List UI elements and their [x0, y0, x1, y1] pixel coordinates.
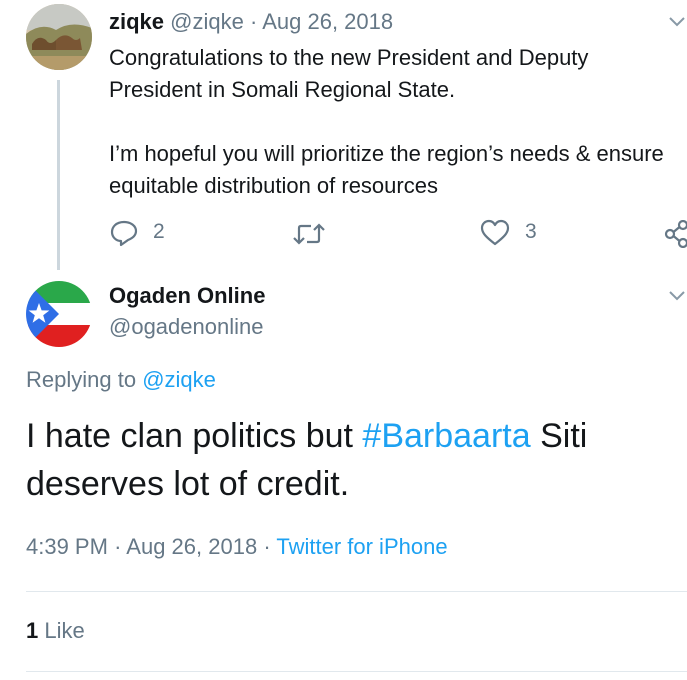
replying-to-link[interactable]: @ziqke — [142, 367, 216, 392]
retweet-icon[interactable] — [292, 219, 326, 249]
likes-count: 1 — [26, 618, 39, 643]
reply-icon[interactable] — [109, 218, 139, 248]
reply-time[interactable]: 4:39 PM — [26, 534, 108, 559]
meta-separator: · — [263, 534, 271, 559]
parent-tweet-header: ziqke @ziqke · Aug 26, 2018 — [109, 9, 393, 35]
parent-paragraph-1: Congratulations to the new President and… — [109, 45, 589, 102]
replying-prefix: Replying to — [26, 367, 137, 392]
reply-handle[interactable]: @ogadenonline — [109, 314, 263, 340]
parent-handle[interactable]: @ziqke — [170, 9, 244, 34]
parent-paragraph-2: I’m hopeful you will prioritize the regi… — [109, 141, 664, 198]
meta-separator: · — [114, 534, 122, 559]
avatar-ogaden-online[interactable] — [26, 281, 92, 347]
avatar-image — [26, 4, 92, 70]
tweet-source-link[interactable]: Twitter for iPhone — [276, 534, 447, 559]
parent-tweet-text: Congratulations to the new President and… — [109, 42, 669, 202]
thread-line — [57, 80, 60, 270]
parent-display-name[interactable]: ziqke — [109, 9, 164, 34]
reply-text-before: I hate clan politics but — [26, 417, 363, 455]
reply-tweet-text: I hate clan politics but #Barbaarta Siti… — [26, 412, 666, 508]
share-icon[interactable] — [664, 220, 687, 248]
likes-label: Like — [44, 618, 85, 643]
likes-summary[interactable]: 1 Like — [26, 618, 85, 644]
divider — [26, 671, 687, 672]
flag-avatar — [26, 281, 92, 347]
chevron-down-icon[interactable] — [668, 12, 686, 30]
like-count: 3 — [525, 220, 537, 243]
hashtag-link[interactable]: #Barbaarta — [362, 417, 530, 455]
reply-date[interactable]: Aug 26, 2018 — [126, 534, 257, 559]
replying-to: Replying to @ziqke — [26, 367, 216, 393]
divider — [26, 591, 687, 592]
heart-icon[interactable] — [480, 218, 510, 248]
avatar-ziqke[interactable] — [26, 4, 92, 70]
reply-timestamp: 4:39 PM · Aug 26, 2018 · Twitter for iPh… — [26, 534, 448, 560]
parent-date[interactable]: Aug 26, 2018 — [262, 9, 393, 34]
meta-separator: · — [249, 9, 258, 34]
reply-display-name[interactable]: Ogaden Online — [109, 283, 265, 309]
reply-count: 2 — [153, 220, 165, 243]
chevron-down-icon[interactable] — [668, 286, 686, 304]
